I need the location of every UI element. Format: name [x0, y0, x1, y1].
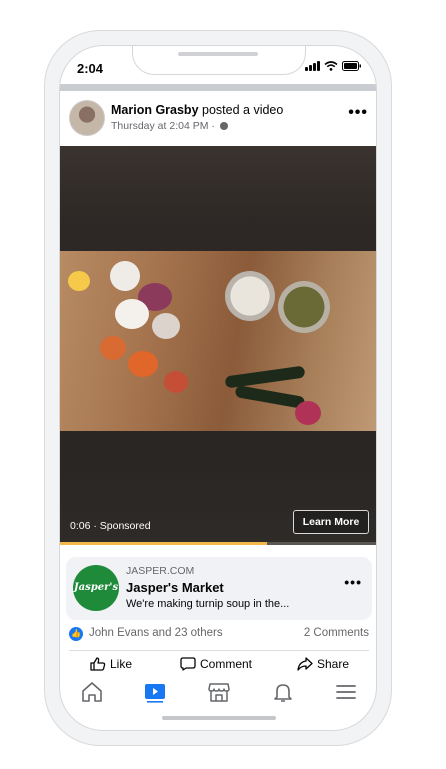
- like-badge-icon: 👍: [69, 627, 83, 641]
- share-label: Share: [317, 657, 350, 671]
- ad-domain: JASPER.COM: [126, 565, 195, 577]
- post-actions: Like Comment Share: [60, 657, 376, 677]
- home-icon[interactable]: [80, 680, 104, 704]
- home-indicator[interactable]: [162, 716, 276, 720]
- menu-icon[interactable]: [334, 680, 358, 704]
- ellipsis-icon[interactable]: •••: [344, 574, 362, 590]
- share-button[interactable]: Share: [297, 657, 349, 671]
- ellipsis-icon[interactable]: •••: [348, 104, 368, 122]
- video-player[interactable]: [60, 146, 376, 544]
- divider: [69, 650, 369, 651]
- comment-label: Comment: [200, 657, 253, 671]
- battery-icon: [342, 61, 361, 71]
- post-header: Marion Grasby posted a video Thursday at…: [60, 96, 376, 146]
- feed-separator: [60, 84, 376, 91]
- video-progress-bar[interactable]: [60, 542, 376, 545]
- video-icon[interactable]: [143, 680, 167, 704]
- marketplace-icon[interactable]: [207, 680, 231, 704]
- phone-screen: 2:04 Marion Grasby posted a video Thursd…: [59, 45, 377, 731]
- post-timestamp[interactable]: Thursday at 2:04 PM ·: [111, 120, 215, 132]
- learn-more-button[interactable]: Learn More: [293, 510, 369, 534]
- comment-icon: [180, 657, 196, 671]
- phone-speaker: [178, 52, 258, 56]
- thumbs-up-icon: [90, 657, 106, 671]
- globe-icon: [219, 122, 228, 131]
- jaspers-logo: Jasper's: [73, 565, 119, 611]
- cellular-signal-icon: [305, 61, 320, 71]
- notifications-icon[interactable]: [271, 680, 295, 704]
- phone-notch: [132, 46, 306, 75]
- avatar[interactable]: [69, 100, 105, 136]
- author-name[interactable]: Marion Grasby: [111, 103, 199, 117]
- status-time: 2:04: [77, 61, 104, 76]
- video-frame: [60, 251, 376, 431]
- post-author-line: Marion Grasby posted a video: [111, 103, 283, 117]
- ad-description: We're making turnip soup in the...: [126, 598, 290, 610]
- ad-title: Jasper's Market: [126, 580, 224, 595]
- like-button[interactable]: Like: [90, 657, 132, 671]
- comment-button[interactable]: Comment: [180, 657, 252, 671]
- wifi-icon: [324, 61, 338, 71]
- like-label: Like: [110, 657, 133, 671]
- post-action: posted a video: [202, 103, 284, 117]
- comments-count[interactable]: 2 Comments: [304, 627, 369, 639]
- post-meta: Thursday at 2:04 PM ·: [111, 120, 228, 132]
- reactions-row: 👍 John Evans and 23 others 2 Comments: [60, 626, 376, 646]
- reactions-summary[interactable]: John Evans and 23 others: [89, 627, 223, 639]
- bottom-tab-bar: [60, 680, 376, 706]
- share-icon: [297, 657, 313, 671]
- video-progress-fill: [60, 542, 267, 545]
- ad-card[interactable]: Jasper's JASPER.COM Jasper's Market We'r…: [66, 557, 372, 620]
- video-time-sponsored: 0:06 · Sponsored: [70, 520, 151, 532]
- status-icons: [305, 61, 362, 71]
